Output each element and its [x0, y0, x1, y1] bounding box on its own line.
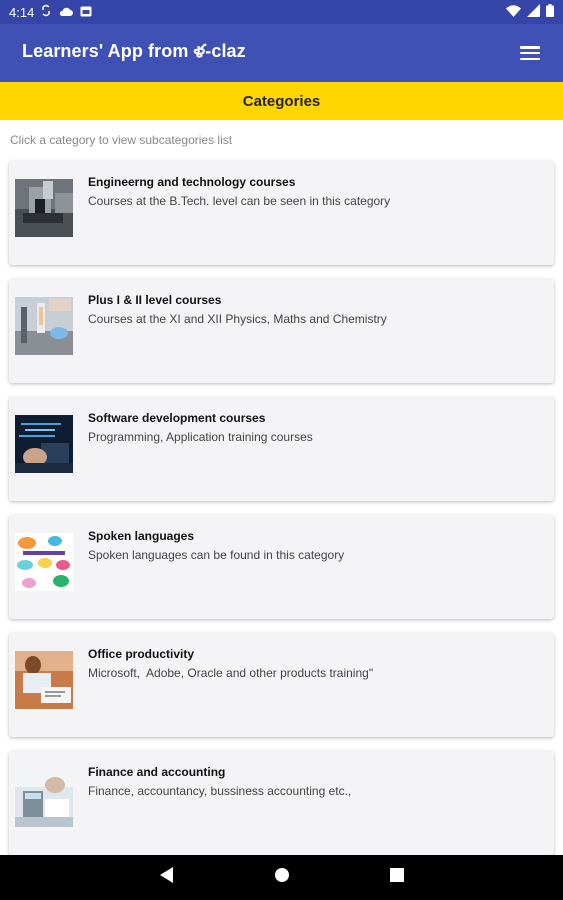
- navigation-bar: [0, 855, 563, 900]
- category-title: Finance and accounting: [88, 765, 226, 779]
- hint-text: Click a category to view subcategories l…: [10, 133, 233, 147]
- category-list: Engineerng and technology courses Course…: [9, 161, 554, 869]
- category-subtitle: Microsoft, Adobe, Oracle and other produ…: [88, 666, 374, 680]
- status-time: 4:14: [9, 4, 35, 20]
- signal-icon: [527, 4, 540, 20]
- category-card-engineering[interactable]: Engineerng and technology courses Course…: [9, 161, 554, 265]
- category-subtitle: Finance, accountancy, bussiness accounti…: [88, 784, 352, 798]
- hamburger-icon-line: [520, 46, 540, 49]
- machinery-image: [15, 179, 73, 237]
- lab-image: [15, 297, 73, 355]
- recents-icon[interactable]: [389, 868, 404, 887]
- category-card-office[interactable]: Office productivity Microsoft, Adobe, Or…: [9, 633, 554, 737]
- sync-icon: [41, 4, 51, 20]
- finance-image: [15, 769, 73, 827]
- app-bar: Learners' App from ళ-claz: [0, 24, 563, 82]
- category-subtitle: Courses at the B.Tech. level can be seen…: [88, 194, 391, 208]
- category-title: Engineerng and technology courses: [88, 175, 296, 189]
- category-subtitle: Courses at the XI and XII Physics, Maths…: [88, 312, 387, 326]
- categories-banner: Categories: [0, 82, 563, 120]
- coding-image: [15, 415, 73, 473]
- calendar-icon: [80, 5, 92, 20]
- category-card-languages[interactable]: Spoken languages Spoken languages can be…: [9, 515, 554, 619]
- category-title: Spoken languages: [88, 529, 195, 543]
- app-title: Learners' App from ళ-claz: [22, 40, 246, 61]
- category-card-software[interactable]: Software development courses Programming…: [9, 397, 554, 501]
- back-icon[interactable]: [159, 867, 174, 888]
- category-title: Office productivity: [88, 647, 195, 661]
- hamburger-icon-line: [520, 57, 540, 60]
- hamburger-icon-line: [520, 51, 540, 55]
- category-card-plus-level[interactable]: Plus I & II level courses Courses at the…: [9, 279, 554, 383]
- home-icon[interactable]: [274, 867, 290, 888]
- languages-image: [15, 533, 73, 591]
- status-bar: 4:14: [0, 0, 563, 24]
- category-title: Plus I & II level courses: [88, 293, 222, 307]
- office-image: [15, 651, 73, 709]
- category-card-finance[interactable]: Finance and accounting Finance, accounta…: [9, 751, 554, 855]
- battery-icon: [546, 4, 554, 20]
- category-subtitle: Spoken languages can be found in this ca…: [88, 548, 345, 562]
- banner-title: Categories: [242, 92, 321, 110]
- cloud-icon: [58, 5, 74, 20]
- category-subtitle: Programming, Application training course…: [88, 430, 313, 444]
- category-title: Software development courses: [88, 411, 266, 425]
- wifi-icon: [506, 4, 521, 20]
- menu-button[interactable]: [519, 44, 541, 62]
